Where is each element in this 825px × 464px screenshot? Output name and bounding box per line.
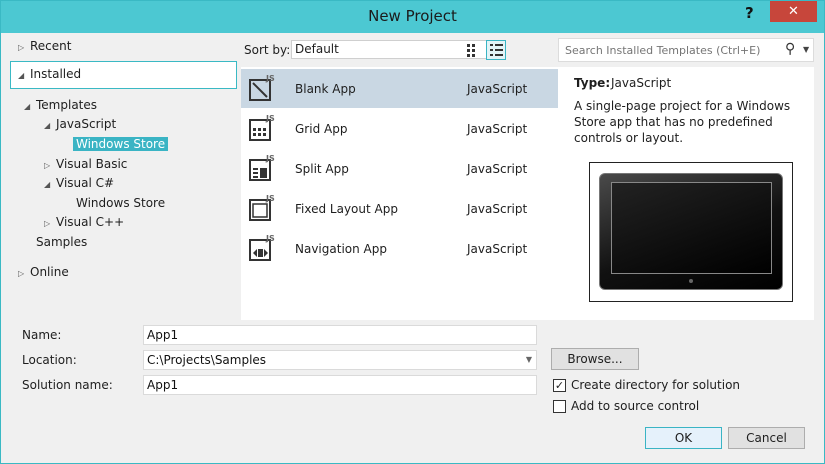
- list-view-icon: [490, 44, 503, 56]
- sort-label: Sort by:: [244, 43, 291, 57]
- collapse-arrow-icon[interactable]: ◢: [44, 175, 56, 194]
- expand-arrow-icon[interactable]: ▷: [44, 214, 56, 233]
- template-item-split-app[interactable]: JS Split App JavaScript: [241, 149, 558, 188]
- svg-text:JS: JS: [265, 194, 275, 203]
- svg-text:JS: JS: [265, 114, 275, 123]
- list-view-button[interactable]: [486, 40, 506, 60]
- expand-arrow-icon[interactable]: ▷: [18, 38, 30, 57]
- source-control-checkbox[interactable]: [553, 400, 566, 413]
- search-options-arrow-icon[interactable]: ▼: [803, 45, 809, 54]
- create-directory-label: Create directory for solution: [571, 378, 741, 392]
- template-item-grid-app[interactable]: JS Grid App JavaScript: [241, 109, 558, 148]
- search-icon[interactable]: ⚲: [785, 41, 795, 57]
- new-project-dialog: New Project ? ✕ ▷ Recent ◢ Installed ◢ Temp…: [0, 0, 825, 464]
- svg-text:JS: JS: [265, 234, 275, 243]
- ok-button[interactable]: OK: [645, 427, 722, 449]
- title-bar: New Project ? ✕: [1, 1, 824, 33]
- svg-text:JS: JS: [265, 74, 275, 83]
- template-item-navigation-app[interactable]: JS Navigation App JavaScript: [241, 229, 558, 268]
- search-input[interactable]: [565, 44, 775, 57]
- collapse-arrow-icon[interactable]: ◢: [24, 97, 36, 116]
- tree-item-js-windows-store[interactable]: Windows Store: [73, 135, 169, 154]
- tree-item-installed[interactable]: ◢ Installed: [18, 65, 81, 84]
- template-preview: [589, 162, 793, 302]
- tree-item-visual-csharp[interactable]: ◢ Visual C#: [44, 174, 114, 193]
- help-button[interactable]: ?: [745, 4, 754, 22]
- location-field[interactable]: C:\Projects\Samples ▼: [143, 350, 537, 370]
- small-icons-view-button[interactable]: [463, 40, 483, 60]
- split-app-icon: JS: [249, 154, 275, 181]
- template-list: JS Blank App JavaScript JS Grid App Java…: [241, 67, 558, 320]
- tree-item-visual-cpp[interactable]: ▷ Visual C++: [44, 213, 124, 232]
- window-title: New Project: [368, 7, 457, 25]
- create-directory-checkbox[interactable]: ✓: [553, 379, 566, 392]
- tree-item-online[interactable]: ▷ Online: [18, 263, 69, 282]
- expand-arrow-icon[interactable]: ▷: [44, 156, 56, 175]
- grid-app-icon: JS: [249, 114, 275, 141]
- browse-button[interactable]: Browse...: [551, 348, 639, 370]
- close-button[interactable]: ✕: [770, 1, 817, 22]
- blank-app-icon: JS: [249, 74, 275, 101]
- tree-item-recent[interactable]: ▷ Recent: [18, 37, 71, 56]
- collapse-arrow-icon[interactable]: ◢: [18, 66, 30, 85]
- solution-name-field[interactable]: [143, 375, 537, 395]
- navigation-app-icon: JS: [249, 234, 275, 261]
- tree-item-javascript[interactable]: ◢ JavaScript: [44, 115, 116, 134]
- template-description: A single-page project for a Windows Stor…: [574, 99, 791, 145]
- sort-bar: Sort by: Default ▼: [244, 38, 556, 62]
- template-item-fixed-layout-app[interactable]: JS Fixed Layout App JavaScript: [241, 189, 558, 228]
- tablet-screen: [611, 182, 772, 274]
- cancel-button[interactable]: Cancel: [728, 427, 805, 449]
- location-label: Location:: [22, 353, 77, 367]
- tree-item-visual-basic[interactable]: ▷ Visual Basic: [44, 155, 127, 174]
- type-value: JavaScript: [611, 76, 672, 90]
- solution-name-label: Solution name:: [22, 378, 113, 392]
- tree-item-cs-windows-store[interactable]: Windows Store: [76, 194, 165, 213]
- template-tree: ▷ Recent ◢ Installed ◢ Templates ◢ JavaScrip…: [8, 33, 237, 320]
- name-label: Name:: [22, 328, 62, 342]
- tablet-preview-image: [599, 173, 783, 290]
- type-label: Type:: [574, 76, 611, 90]
- collapse-arrow-icon[interactable]: ◢: [44, 116, 56, 135]
- name-field[interactable]: [143, 325, 537, 345]
- source-control-label: Add to source control: [571, 399, 700, 413]
- tablet-home-button: [689, 279, 693, 283]
- location-dropdown-arrow-icon[interactable]: ▼: [526, 351, 532, 369]
- template-item-blank-app[interactable]: JS Blank App JavaScript: [241, 69, 558, 108]
- tree-item-templates[interactable]: ◢ Templates: [24, 96, 97, 115]
- template-details: Type: JavaScript A single-page project f…: [558, 67, 814, 320]
- expand-arrow-icon[interactable]: ▷: [18, 264, 30, 283]
- small-icons-icon: [467, 44, 475, 57]
- fixed-layout-app-icon: JS: [249, 194, 275, 221]
- tree-item-samples[interactable]: Samples: [36, 233, 87, 252]
- svg-text:JS: JS: [265, 154, 275, 163]
- template-search: ⚲ ▼: [558, 38, 814, 62]
